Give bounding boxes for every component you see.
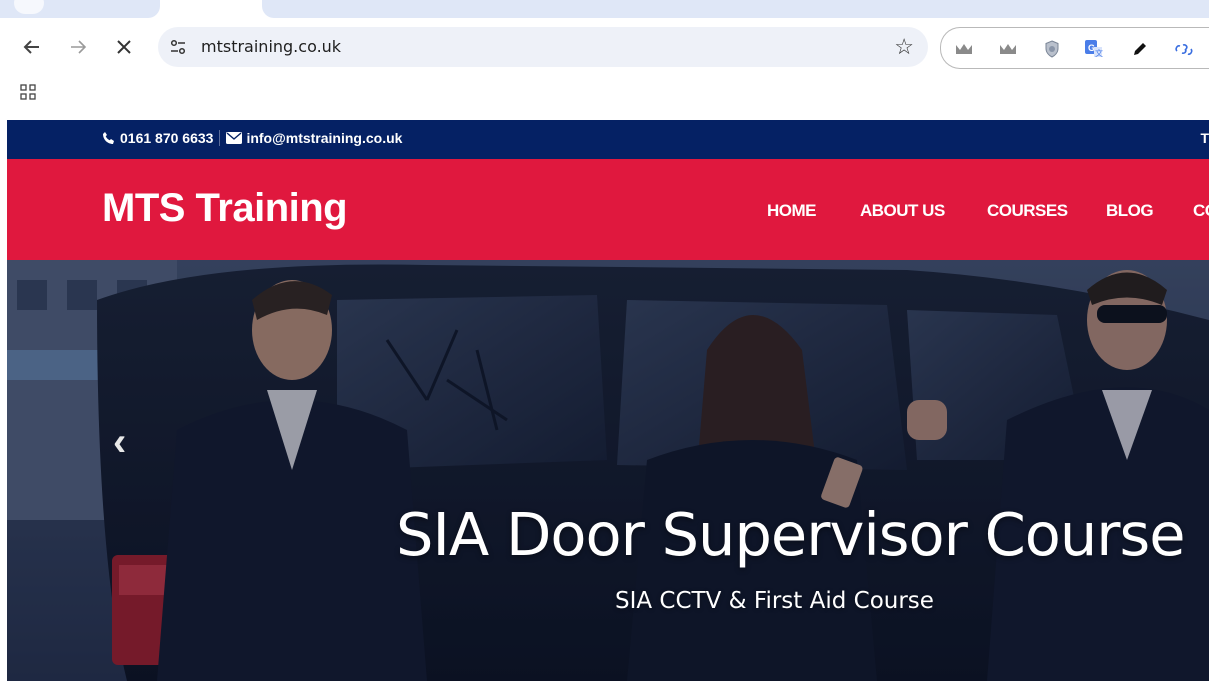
- nav-about-us[interactable]: ABOUT US: [860, 201, 945, 221]
- link-extension-icon[interactable]: [1173, 38, 1195, 60]
- inactive-tab-area[interactable]: [262, 0, 1209, 18]
- tune-icon: [170, 39, 186, 55]
- arrow-left-icon: [23, 40, 39, 54]
- back-button[interactable]: [16, 31, 48, 63]
- hero-slider: ‹ SIA Door Supervisor Course SIA CCTV & …: [7, 260, 1209, 681]
- tab-strip: [0, 0, 1209, 22]
- crown-extension-icon[interactable]: [953, 38, 975, 60]
- stop-loading-button[interactable]: [108, 31, 140, 63]
- web-page: 0161 870 6633 info@mtstraining.co.uk T M…: [7, 120, 1209, 681]
- tab-favicon: [14, 0, 44, 14]
- envelope-icon: [226, 132, 243, 144]
- forward-button[interactable]: [62, 31, 94, 63]
- nav-home[interactable]: HOME: [767, 201, 817, 221]
- translate-extension-icon[interactable]: G文: [1083, 38, 1105, 60]
- email-address[interactable]: info@mtstraining.co.uk: [246, 130, 402, 146]
- hero-title: SIA Door Supervisor Course: [396, 500, 1186, 569]
- arrow-right-icon: [71, 40, 87, 54]
- bookmarks-bar: [0, 74, 1209, 120]
- site-info-button[interactable]: [166, 35, 190, 59]
- url-text[interactable]: mtstraining.co.uk: [201, 37, 341, 56]
- extensions-area: G文: [940, 27, 1209, 69]
- svg-text:文: 文: [1095, 48, 1103, 58]
- address-bar[interactable]: mtstraining.co.uk ☆: [158, 27, 928, 67]
- nav-courses[interactable]: COURSES: [987, 201, 1068, 221]
- apps-grid-icon[interactable]: [20, 84, 44, 108]
- topbar-cut-text: T: [1200, 130, 1209, 146]
- divider: [219, 130, 221, 146]
- site-logo[interactable]: MTS Training: [102, 186, 348, 231]
- hero-overlay: [7, 260, 1209, 681]
- slider-prev-arrow[interactable]: ‹: [113, 420, 126, 465]
- nav-blog[interactable]: BLOG: [1106, 201, 1154, 221]
- contact-info: 0161 870 6633 info@mtstraining.co.uk: [102, 130, 402, 146]
- crown-extension-icon[interactable]: [997, 38, 1019, 60]
- hero-subtitle: SIA CCTV & First Aid Course: [615, 588, 934, 614]
- site-header: MTS Training HOME ABOUT US COURSES BLOG …: [7, 159, 1209, 260]
- shield-extension-icon[interactable]: [1041, 38, 1063, 60]
- pencil-extension-icon[interactable]: [1129, 38, 1151, 60]
- browser-toolbar: mtstraining.co.uk ☆ G文: [0, 22, 1209, 74]
- star-icon[interactable]: ☆: [894, 34, 914, 60]
- phone-icon: [103, 132, 114, 144]
- phone-number[interactable]: 0161 870 6633: [120, 130, 213, 146]
- close-icon: [117, 40, 131, 54]
- contact-topbar: 0161 870 6633 info@mtstraining.co.uk T: [7, 120, 1209, 159]
- nav-contact[interactable]: CO: [1193, 201, 1209, 221]
- inactive-tab[interactable]: [0, 0, 160, 18]
- svg-text:G: G: [1088, 43, 1095, 53]
